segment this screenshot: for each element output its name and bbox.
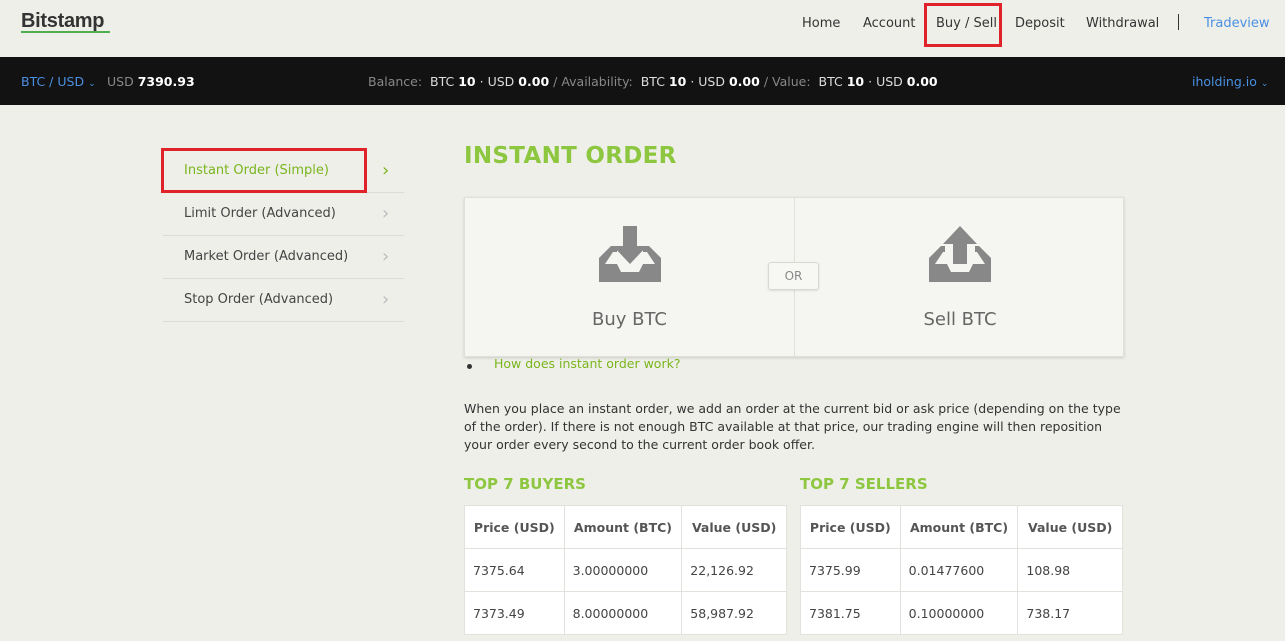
value-label: Value: xyxy=(772,74,811,89)
column-header: Price (USD) xyxy=(800,505,901,549)
nav-deposit[interactable]: Deposit xyxy=(1015,16,1065,31)
or-separator: OR xyxy=(768,262,819,290)
column-header: Value (USD) xyxy=(1017,505,1123,549)
nav-divider xyxy=(1178,14,1179,30)
balance-usd: 0.00 xyxy=(518,74,550,89)
nav-tradeview[interactable]: Tradeview xyxy=(1204,16,1270,31)
account-name: iholding.io xyxy=(1192,74,1257,89)
table-row: 7373.49 8.00000000 58,987.92 xyxy=(464,591,787,635)
balance-label: Balance: xyxy=(368,74,423,89)
chevron-right-icon: › xyxy=(382,289,390,310)
chevron-down-icon: ⌄ xyxy=(1260,79,1269,89)
slash-separator: / xyxy=(763,74,769,89)
top-sellers-table: Price (USD) Amount (BTC) Value (USD) 737… xyxy=(800,505,1123,635)
table-cell: 738.17 xyxy=(1017,591,1123,635)
table-cell: 108.98 xyxy=(1017,548,1123,592)
dot-separator: · xyxy=(690,74,695,89)
availability-usd-unit: USD xyxy=(698,74,725,89)
nav-withdrawal[interactable]: Withdrawal xyxy=(1086,16,1159,31)
dot-separator: · xyxy=(479,74,484,89)
balance-btc: 10 xyxy=(458,74,476,89)
currency-pair-selector[interactable]: BTC / USD ⌄ xyxy=(21,74,96,89)
value-btc-unit: BTC xyxy=(818,74,843,89)
availability-usd: 0.00 xyxy=(728,74,760,89)
availability-label: Availability: xyxy=(561,74,633,89)
chevron-down-icon: ⌄ xyxy=(88,79,96,89)
value-usd: 0.00 xyxy=(906,74,938,89)
column-header: Price (USD) xyxy=(464,505,565,549)
table-cell: 3.00000000 xyxy=(563,548,683,592)
chevron-right-icon: › xyxy=(382,160,390,181)
current-price: USD 7390.93 xyxy=(107,74,195,89)
price-currency: USD xyxy=(107,74,134,89)
value-usd-unit: USD xyxy=(876,74,903,89)
nav-account[interactable]: Account xyxy=(863,16,916,31)
table-cell: 7375.64 xyxy=(464,548,565,592)
chevron-right-icon: › xyxy=(382,246,390,267)
table-row: 7375.99 0.01477600 108.98 xyxy=(800,548,1123,592)
table-row: 7381.75 0.10000000 738.17 xyxy=(800,591,1123,635)
top-sellers-title: TOP 7 SELLERS xyxy=(800,475,928,493)
dot-separator: · xyxy=(868,74,873,89)
currency-pair-label: BTC / USD xyxy=(21,74,85,89)
column-header: Amount (BTC) xyxy=(563,505,683,549)
sidebar-item-label: Limit Order (Advanced) xyxy=(184,206,336,221)
top-buyers-table: Price (USD) Amount (BTC) Value (USD) 737… xyxy=(464,505,787,635)
table-cell: 7375.99 xyxy=(800,548,901,592)
balance-summary: Balance: BTC 10 · USD 0.00 / Availabilit… xyxy=(368,74,938,89)
sell-btc-button[interactable]: Sell BTC xyxy=(795,198,1125,356)
table-cell: 7373.49 xyxy=(464,591,565,635)
sidebar-item-limit-order[interactable]: Limit Order (Advanced) › xyxy=(163,193,404,236)
table-header-row: Price (USD) Amount (BTC) Value (USD) xyxy=(464,505,787,549)
slash-separator: / xyxy=(553,74,558,89)
table-cell: 58,987.92 xyxy=(681,591,787,635)
bullet-icon xyxy=(467,364,472,369)
bitstamp-logo[interactable]: Bitstamp xyxy=(21,10,104,33)
table-cell: 22,126.92 xyxy=(681,548,787,592)
table-cell: 0.01477600 xyxy=(899,548,1019,592)
download-tray-icon xyxy=(599,226,661,282)
sidebar-item-market-order[interactable]: Market Order (Advanced) › xyxy=(163,236,404,279)
highlight-box-buy-sell xyxy=(924,3,1002,47)
value-btc: 10 xyxy=(846,74,865,89)
balance-btc-unit: BTC xyxy=(430,74,455,89)
sidebar-item-label: Market Order (Advanced) xyxy=(184,249,349,264)
buy-btc-label: Buy BTC xyxy=(592,309,667,330)
upload-tray-icon xyxy=(929,226,991,282)
balance-usd-unit: USD xyxy=(487,74,515,89)
sell-btc-label: Sell BTC xyxy=(923,309,997,330)
sidebar-item-stop-order[interactable]: Stop Order (Advanced) › xyxy=(163,279,404,322)
availability-btc: 10 xyxy=(668,74,687,89)
availability-btc-unit: BTC xyxy=(640,74,665,89)
column-header: Value (USD) xyxy=(681,505,787,549)
site-header: Bitstamp Home Account Buy / Sell Deposit… xyxy=(0,0,1285,57)
table-cell: 0.10000000 xyxy=(899,591,1019,635)
how-instant-order-works-link[interactable]: How does instant order work? xyxy=(494,356,680,371)
account-menu[interactable]: iholding.io ⌄ xyxy=(1192,74,1268,89)
table-cell: 8.00000000 xyxy=(563,591,683,635)
chevron-right-icon: › xyxy=(382,203,390,224)
sidebar-item-label: Stop Order (Advanced) xyxy=(184,292,334,307)
price-value: 7390.93 xyxy=(137,74,195,89)
table-row: 7375.64 3.00000000 22,126.92 xyxy=(464,548,787,592)
balance-bar: BTC / USD ⌄ USD 7390.93 Balance: BTC 10 … xyxy=(0,57,1285,105)
table-header-row: Price (USD) Amount (BTC) Value (USD) xyxy=(800,505,1123,549)
top-buyers-title: TOP 7 BUYERS xyxy=(464,475,586,493)
logo-underline xyxy=(21,31,110,33)
buy-btc-button[interactable]: Buy BTC xyxy=(465,198,795,356)
page-title: INSTANT ORDER xyxy=(464,143,677,169)
nav-home[interactable]: Home xyxy=(802,16,840,31)
instant-order-description: When you place an instant order, we add … xyxy=(464,401,1121,452)
column-header: Amount (BTC) xyxy=(899,505,1019,549)
table-cell: 7381.75 xyxy=(800,591,901,635)
highlight-box-instant-order xyxy=(161,148,367,193)
